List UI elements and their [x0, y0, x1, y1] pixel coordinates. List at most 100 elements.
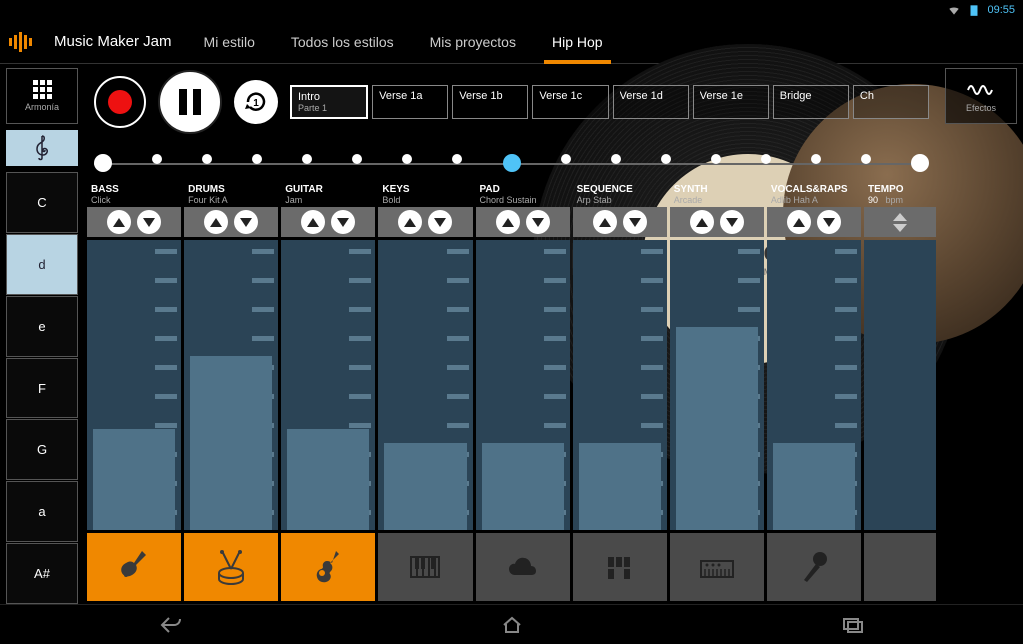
section-bridge[interactable]: Bridge	[773, 85, 849, 119]
tab-mis-proyectos[interactable]: Mis proyectos	[412, 20, 534, 64]
track-toggle-sequence[interactable]	[573, 533, 667, 601]
track-name: KEYS	[378, 182, 472, 195]
chord-button-c[interactable]: C	[6, 172, 78, 233]
timeline-dot[interactable]	[302, 154, 312, 164]
tab-hip-hop[interactable]: Hip Hop	[534, 20, 621, 64]
track-toggle-synth[interactable]	[670, 533, 764, 601]
preset-up-button[interactable]	[496, 210, 520, 234]
preset-up-button[interactable]	[593, 210, 617, 234]
timeline-dot[interactable]	[352, 154, 362, 164]
drums-icon	[209, 545, 253, 589]
timeline-dot[interactable]	[611, 154, 621, 164]
pause-button[interactable]	[158, 70, 222, 134]
preset-up-button[interactable]	[107, 210, 131, 234]
preset-down-button[interactable]	[720, 210, 744, 234]
timeline-dot[interactable]	[503, 154, 521, 172]
tab-todos-los-estilos[interactable]: Todos los estilos	[273, 20, 412, 64]
pause-icon	[179, 89, 187, 115]
preset-up-button[interactable]	[787, 210, 811, 234]
preset-down-button[interactable]	[331, 210, 355, 234]
timeline-dot[interactable]	[811, 154, 821, 164]
volume-fader[interactable]	[281, 240, 375, 530]
chord-button-g[interactable]: G	[6, 419, 78, 480]
track-toggle-keys[interactable]	[378, 533, 472, 601]
preset-up-button[interactable]	[690, 210, 714, 234]
preset-down-button[interactable]	[526, 210, 550, 234]
arrow-up-icon	[113, 218, 125, 227]
volume-fader[interactable]	[767, 240, 861, 530]
harmony-button[interactable]: Armonía	[6, 68, 78, 124]
track-preset-selector	[573, 207, 667, 237]
volume-fader[interactable]	[573, 240, 667, 530]
back-button[interactable]	[141, 610, 201, 640]
section-verse-1e[interactable]: Verse 1e	[693, 85, 769, 119]
section-verse-1b[interactable]: Verse 1b	[452, 85, 528, 119]
timeline[interactable]	[94, 148, 929, 178]
home-button[interactable]	[482, 610, 542, 640]
timeline-dot[interactable]	[402, 154, 412, 164]
android-status-bar: 09:55	[0, 0, 1023, 20]
timeline-dot[interactable]	[711, 154, 721, 164]
track-preset: Click	[87, 195, 181, 207]
section-verse-1a[interactable]: Verse 1a	[372, 85, 448, 119]
treble-clef-button[interactable]	[6, 130, 78, 166]
timeline-dot[interactable]	[861, 154, 871, 164]
recent-button[interactable]	[823, 610, 883, 640]
effects-label: Efectos	[966, 103, 996, 113]
section-ch[interactable]: Ch	[853, 85, 929, 119]
app-logo-icon	[0, 32, 40, 52]
tempo-down-button[interactable]	[893, 224, 907, 232]
track-name: SYNTH	[670, 182, 764, 195]
track-toggle-drums[interactable]	[184, 533, 278, 601]
preset-up-button[interactable]	[204, 210, 228, 234]
volume-fader[interactable]	[378, 240, 472, 530]
harmony-label: Armonía	[25, 102, 59, 112]
timeline-dot[interactable]	[661, 154, 671, 164]
timeline-dot[interactable]	[94, 154, 112, 172]
preset-up-button[interactable]	[301, 210, 325, 234]
loop-button[interactable]: 1	[234, 80, 278, 124]
preset-down-button[interactable]	[817, 210, 841, 234]
preset-down-button[interactable]	[623, 210, 647, 234]
volume-fader[interactable]	[87, 240, 181, 530]
track-toggle-bass[interactable]	[87, 533, 181, 601]
track-preset-selector	[281, 207, 375, 237]
timeline-dot[interactable]	[761, 154, 771, 164]
chord-button-d[interactable]: d	[6, 234, 78, 295]
timeline-dot[interactable]	[911, 154, 929, 172]
section-verse-1d[interactable]: Verse 1d	[613, 85, 689, 119]
tempo-unit: bpm	[886, 195, 904, 205]
chord-button-f[interactable]: F	[6, 358, 78, 419]
wifi-icon	[947, 3, 961, 17]
preset-down-button[interactable]	[137, 210, 161, 234]
section-intro[interactable]: IntroParte 1	[290, 85, 368, 119]
timeline-dot[interactable]	[561, 154, 571, 164]
record-button[interactable]	[94, 76, 146, 128]
track-toggle-guitar[interactable]	[281, 533, 375, 601]
chord-button-a[interactable]: a	[6, 481, 78, 542]
timeline-dot[interactable]	[202, 154, 212, 164]
volume-fader[interactable]	[184, 240, 278, 530]
effects-button[interactable]: Efectos	[945, 68, 1017, 124]
chord-button-e[interactable]: e	[6, 296, 78, 357]
tempo-up-button[interactable]	[893, 213, 907, 221]
volume-fader[interactable]	[670, 240, 764, 530]
track-toggle-vocalsraps[interactable]	[767, 533, 861, 601]
tab-mi-estilo[interactable]: Mi estilo	[186, 20, 273, 64]
timeline-dot[interactable]	[452, 154, 462, 164]
timeline-dot[interactable]	[152, 154, 162, 164]
track-toggle-pad[interactable]	[476, 533, 570, 601]
track-preset-selector	[378, 207, 472, 237]
arrow-down-icon	[726, 218, 738, 227]
section-verse-1c[interactable]: Verse 1c	[532, 85, 608, 119]
arrow-up-icon	[404, 218, 416, 227]
volume-fader[interactable]	[476, 240, 570, 530]
chord-button-asharp[interactable]: A#	[6, 543, 78, 604]
preset-down-button[interactable]	[428, 210, 452, 234]
preset-down-button[interactable]	[234, 210, 258, 234]
track-name: BASS	[87, 182, 181, 195]
track-preset: Adlib Hah A	[767, 195, 861, 207]
preset-up-button[interactable]	[398, 210, 422, 234]
timeline-dot[interactable]	[252, 154, 262, 164]
arrow-down-icon	[337, 218, 349, 227]
